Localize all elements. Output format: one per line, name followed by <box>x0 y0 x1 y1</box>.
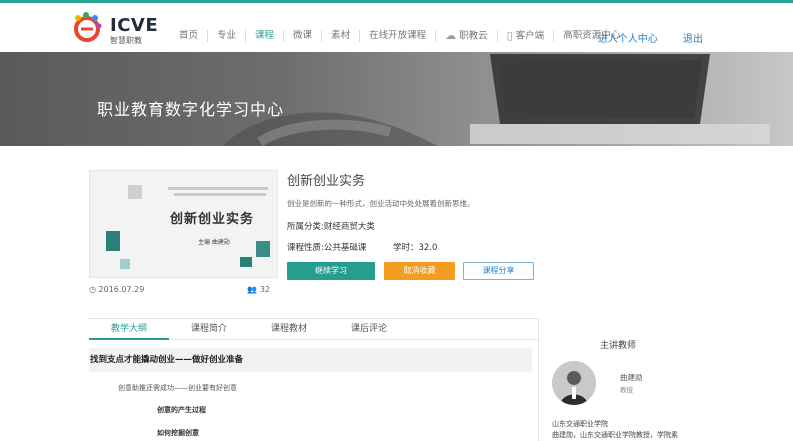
tab-intro[interactable]: 课程简介 <box>169 319 249 339</box>
course-tabs: 教学大纲 课程简介 课程教材 课后评论 <box>89 318 538 340</box>
cover-title: 创新创业实务 <box>170 212 255 227</box>
teacher-heading: 主讲教师 <box>600 341 637 351</box>
clock-icon: ◷ <box>89 285 99 294</box>
course-date-value: 2016.07.29 <box>98 285 145 294</box>
cover-decoration <box>120 259 130 269</box>
nav-zhijiaoyun[interactable]: ☁ 职教云 <box>435 28 497 43</box>
course-meta-row: ◷ 2016.07.29 👥 32 <box>89 285 278 297</box>
logo-subtext: 智慧职教 <box>110 36 142 45</box>
panel-divider <box>538 318 539 441</box>
nav-client-label: 客户端 <box>515 30 545 42</box>
nav-home[interactable]: 首页 <box>170 30 207 42</box>
tab-comments[interactable]: 课后评论 <box>329 319 409 339</box>
mobile-icon: ▯ <box>506 28 513 42</box>
course-type: 课程性质:公共基础课 <box>287 243 367 253</box>
tab-textbook[interactable]: 课程教材 <box>249 319 329 339</box>
logout-link[interactable]: 退出 <box>683 34 703 45</box>
top-accent-bar <box>0 0 793 3</box>
teacher-bio: 曲建勋，山东交通职业学院教授，学院素 <box>552 431 678 439</box>
users-icon: 👥 <box>247 285 260 294</box>
top-navigation: ICVE 智慧职教 首页 专业 课程 微课 素材 在线开放课程 ☁ 职教云 ▯ 客户… <box>0 0 793 52</box>
cover-subtitle-line <box>168 187 268 190</box>
hero-banner: 职业教育数字化学习中心 <box>0 52 793 146</box>
course-name: 创新创业实务 <box>287 174 366 189</box>
course-views: 👥 32 <box>247 285 270 294</box>
course-hours: 学时：32.0 <box>393 243 438 253</box>
outline-item[interactable]: 如何挖掘创意 <box>157 428 199 438</box>
nav-zhijiaoyun-label: 职教云 <box>459 30 488 42</box>
nav-microcourse[interactable]: 微课 <box>283 30 321 42</box>
logo-text: ICVE <box>110 15 159 36</box>
nav-major[interactable]: 专业 <box>207 30 245 42</box>
site-logo[interactable]: ICVE 智慧职教 <box>70 11 165 45</box>
cancel-favorite-button[interactable]: 取消收藏 <box>384 262 455 280</box>
continue-study-button[interactable]: 继续学习 <box>287 262 375 280</box>
course-description: 创业是创新的一种形式，创业活动中处处展着创新思维。 <box>287 199 475 208</box>
teacher-avatar[interactable] <box>552 361 596 405</box>
person-icon <box>552 361 596 405</box>
nav-open-courses[interactable]: 在线开放课程 <box>359 30 435 42</box>
cover-decoration <box>256 241 270 257</box>
teacher-title: 教授 <box>620 386 633 394</box>
outline-chapter[interactable]: 找到支点才能撬动创业——做好创业准备 <box>89 348 532 372</box>
cover-decoration <box>106 231 120 251</box>
course-date: ◷ 2016.07.29 <box>89 285 144 294</box>
tab-syllabus[interactable]: 教学大纲 <box>89 319 169 340</box>
outline-item[interactable]: 创意的产生过程 <box>157 405 206 415</box>
course-category: 所属分类:财经商贸大类 <box>287 222 375 232</box>
banner-title: 职业教育数字化学习中心 <box>97 100 285 119</box>
logo-icon <box>74 12 102 42</box>
cloud-icon: ☁ <box>445 28 457 42</box>
course-views-value: 32 <box>259 285 270 294</box>
course-cover-image[interactable]: 创新创业实务 主编 曲建勋 <box>89 170 278 278</box>
teacher-name[interactable]: 曲建勋 <box>620 372 643 383</box>
main-nav: 首页 专业 课程 微课 素材 在线开放课程 ☁ 职教云 ▯ 客户端 高职资源中心 <box>170 28 629 44</box>
nav-materials[interactable]: 素材 <box>321 30 359 42</box>
nav-client[interactable]: ▯ 客户端 <box>496 28 554 43</box>
cover-subtitle-line-2 <box>174 193 266 196</box>
share-course-button[interactable]: 课程分享 <box>463 262 534 280</box>
enter-personal-center-link[interactable]: 进入个人中心 <box>598 34 658 45</box>
cover-author: 主编 曲建勋 <box>198 239 230 246</box>
outline-section[interactable]: 创意助推还需成功——创业要有好创意 <box>118 383 237 393</box>
cover-decoration <box>240 257 252 267</box>
cover-qr-code <box>128 185 142 199</box>
teacher-school: 山东交通职业学院 <box>552 420 608 428</box>
banner-laptop-illustration <box>470 54 770 144</box>
nav-course[interactable]: 课程 <box>245 30 283 42</box>
user-links: 进入个人中心 退出 <box>576 30 703 45</box>
